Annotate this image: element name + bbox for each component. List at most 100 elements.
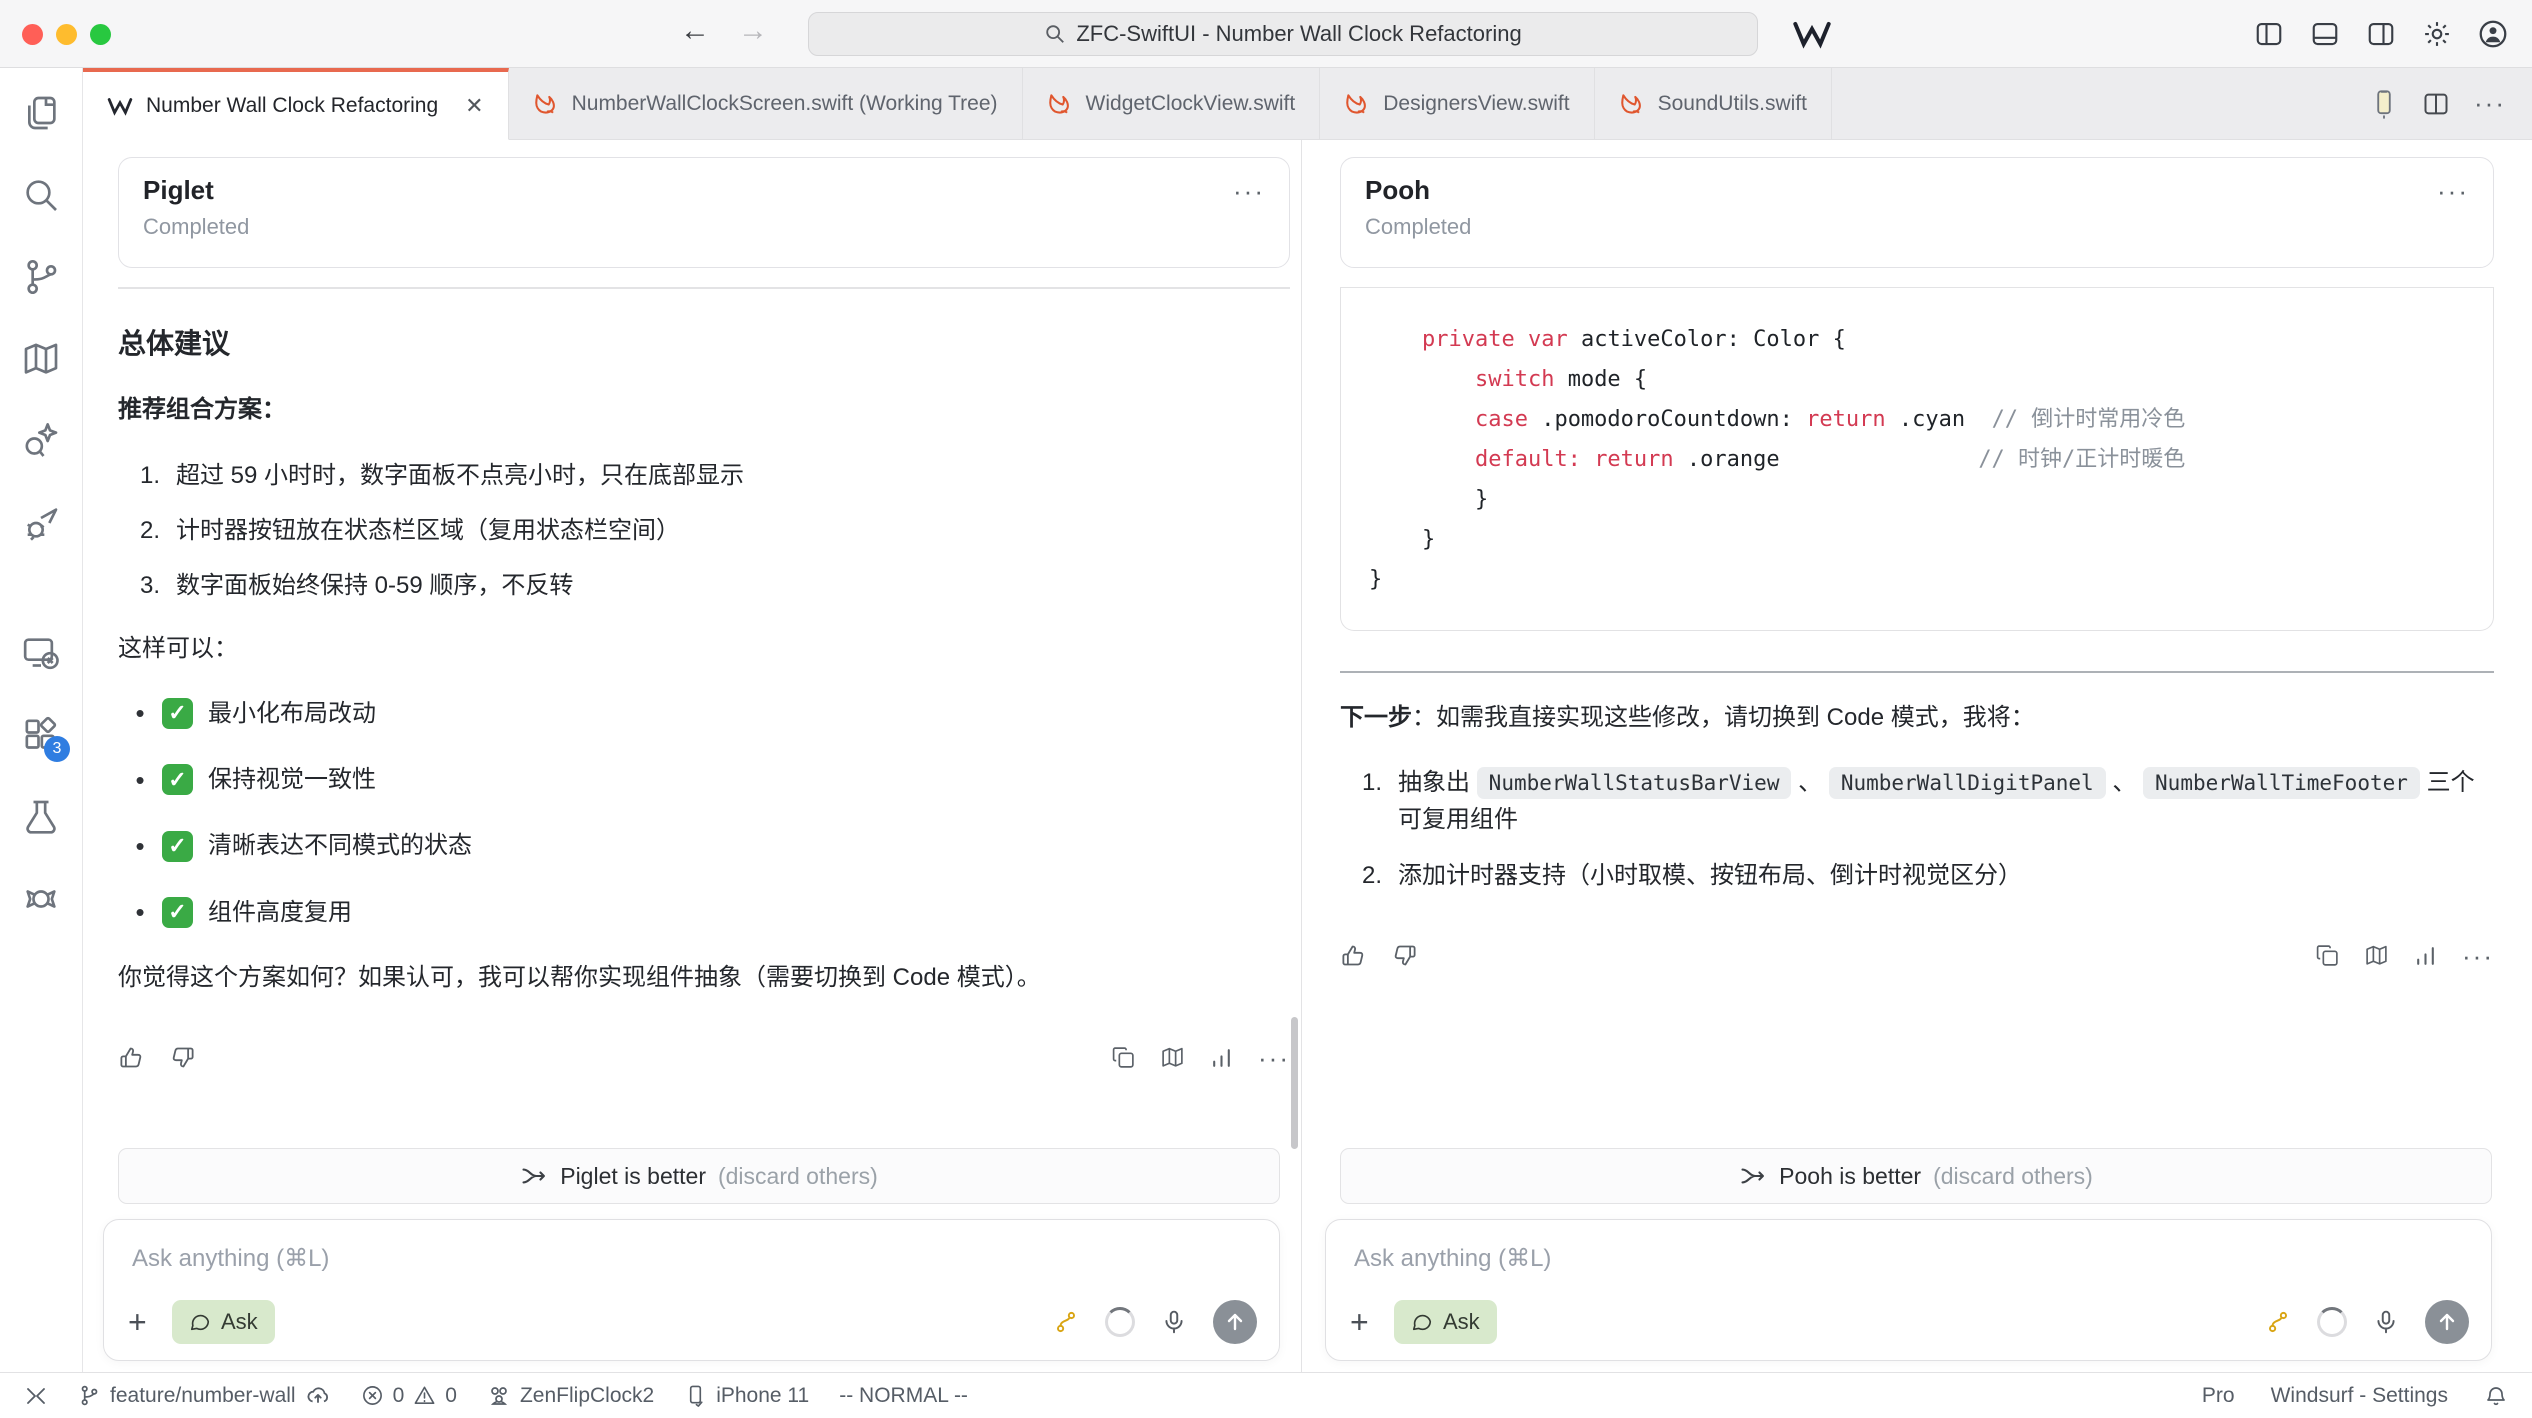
ordered-list: 1.超过 59 小时时，数字面板不点亮小时，只在底部显示2.计时器按钮放在状态栏… — [118, 457, 1290, 605]
branch-icon — [78, 1384, 101, 1407]
more-actions-icon[interactable]: ··· — [2474, 88, 2506, 119]
check-item: •✓最小化布局改动 — [118, 693, 1290, 733]
tab-label: NumberWallClockScreen.swift (Working Tre… — [572, 92, 998, 116]
titlebar: ← → ZFC-SwiftUI - Number Wall Clock Refa… — [0, 0, 2532, 68]
tab-label: DesignersView.swift — [1383, 92, 1569, 116]
message-heading: 总体建议 — [118, 322, 1290, 365]
warning-icon — [413, 1384, 436, 1407]
tab-close-icon[interactable]: ✕ — [465, 93, 483, 119]
message-closing: 你觉得这个方案如何？如果认可，我可以帮你实现组件抽象（需要切换到 Code 模式… — [118, 959, 1290, 996]
thumbs-up-icon[interactable] — [1340, 942, 1367, 969]
send-button[interactable] — [1213, 1300, 1257, 1344]
problems-status[interactable]: 0 0 — [361, 1384, 457, 1408]
branch-context-icon[interactable] — [2265, 1309, 2291, 1335]
window-title: ZFC-SwiftUI - Number Wall Clock Refactor… — [1076, 21, 1521, 47]
notifications-bell-icon[interactable] — [2484, 1384, 2508, 1408]
testing-beaker-icon[interactable] — [18, 794, 64, 840]
piglet-is-better-button[interactable]: Piglet is better (discard others) — [118, 1148, 1280, 1204]
tab-soundutils[interactable]: SoundUtils.swift — [1595, 68, 1832, 139]
account-icon[interactable] — [2476, 17, 2510, 51]
model-name: Piglet — [143, 175, 1265, 206]
source-control-icon[interactable] — [18, 254, 64, 300]
ai-search-icon[interactable] — [18, 418, 64, 464]
model-status: Completed — [1365, 214, 2469, 240]
check-item: •✓清晰表达不同模式的状态 — [118, 826, 1290, 866]
stats-icon[interactable] — [2413, 943, 2438, 968]
card-more-icon[interactable]: ··· — [2437, 176, 2469, 207]
navigate-back-icon[interactable]: ← — [680, 14, 710, 48]
ask-mode-button[interactable]: Ask — [1394, 1300, 1497, 1344]
close-window-button[interactable] — [22, 24, 43, 45]
pooh-is-better-button[interactable]: Pooh is better (discard others) — [1340, 1148, 2492, 1204]
next-steps-label: 下一步 — [1340, 704, 1412, 731]
command-center-search[interactable]: ZFC-SwiftUI - Number Wall Clock Refactor… — [808, 12, 1758, 56]
horizontal-rule — [1340, 671, 2494, 673]
attach-plus-button[interactable]: + — [128, 1304, 164, 1341]
attach-plus-button[interactable]: + — [1350, 1304, 1386, 1341]
split-editor-icon[interactable] — [2422, 90, 2450, 118]
code-block: private var activeColor: Color { switch … — [1340, 288, 2494, 631]
panel-piglet: Piglet Completed ··· 总体建议 推荐组合方案： 1.超过 5… — [83, 140, 1301, 1372]
card-more-icon[interactable]: ··· — [1233, 176, 1265, 207]
device-status[interactable]: iPhone 11 — [684, 1384, 809, 1408]
thumbs-down-icon[interactable] — [1391, 942, 1418, 969]
message-more-icon[interactable]: ··· — [2462, 936, 2494, 976]
simulator-device-icon[interactable] — [2370, 89, 2398, 119]
plan-badge[interactable]: Pro — [2202, 1384, 2235, 1408]
tab-widgetclockview[interactable]: WidgetClockView.swift — [1023, 68, 1321, 139]
green-check-icon: ✓ — [162, 698, 193, 729]
sweetpad-candy-icon[interactable] — [18, 876, 64, 922]
git-branch-status[interactable]: feature/number-wall — [78, 1383, 331, 1409]
send-button[interactable] — [2425, 1300, 2469, 1344]
stats-icon[interactable] — [1209, 1045, 1234, 1070]
list-item: 2.计时器按钮放在状态栏区域（复用状态栏空间） — [118, 512, 1290, 549]
better-suffix: (discard others) — [1933, 1163, 2093, 1190]
zoom-window-button[interactable] — [90, 24, 111, 45]
toggle-secondary-sidebar-icon[interactable] — [2364, 17, 2398, 51]
tab-designersview[interactable]: DesignersView.swift — [1320, 68, 1594, 139]
explorer-icon[interactable] — [18, 90, 64, 136]
settings-gear-icon[interactable] — [2420, 17, 2454, 51]
scrollbar-thumb[interactable] — [1291, 1017, 1298, 1149]
toggle-primary-sidebar-icon[interactable] — [2252, 17, 2286, 51]
copy-message-icon[interactable] — [2315, 943, 2340, 968]
remote-indicator-icon[interactable] — [24, 1384, 48, 1408]
piglet-message: 总体建议 推荐组合方案： 1.超过 59 小时时，数字面板不点亮小时，只在底部显… — [118, 288, 1290, 1078]
ask-mode-button[interactable]: Ask — [172, 1300, 275, 1344]
tab-numberwallclockscreen[interactable]: NumberWallClockScreen.swift (Working Tre… — [509, 68, 1023, 139]
open-in-editor-icon[interactable] — [1160, 1045, 1185, 1070]
scheme-status[interactable]: ZenFlipClock2 — [487, 1384, 654, 1408]
message-more-icon[interactable]: ··· — [1258, 1038, 1290, 1078]
thumbs-down-icon[interactable] — [169, 1044, 196, 1071]
chat-input-right[interactable]: Ask anything (⌘L) + Ask — [1325, 1219, 2492, 1361]
mic-icon[interactable] — [1161, 1309, 1187, 1335]
arrow-up-icon — [2435, 1310, 2459, 1334]
minimize-window-button[interactable] — [56, 24, 77, 45]
run-debug-icon[interactable] — [18, 500, 64, 546]
green-check-icon: ✓ — [162, 831, 193, 862]
extensions-icon[interactable]: 3 — [18, 712, 64, 758]
remote-explorer-icon[interactable] — [18, 630, 64, 676]
branch-context-icon[interactable] — [1053, 1309, 1079, 1335]
model-name: Pooh — [1365, 175, 2469, 206]
ordered-list: 1.抽象出 NumberWallStatusBarView 、 NumberWa… — [1340, 764, 2494, 894]
chat-input-left[interactable]: Ask anything (⌘L) + Ask — [103, 1219, 1280, 1361]
mic-icon[interactable] — [2373, 1309, 2399, 1335]
traffic-lights — [22, 24, 111, 45]
map-explorer-icon[interactable] — [18, 336, 64, 382]
sync-cloud-icon — [305, 1383, 331, 1409]
activity-bar: 3 — [0, 68, 83, 1372]
tab-number-wall-clock-refactoring[interactable]: Number Wall Clock Refactoring ✕ — [83, 68, 509, 140]
device-icon — [684, 1384, 707, 1407]
search-sidebar-icon[interactable] — [18, 172, 64, 218]
thumbs-up-icon[interactable] — [118, 1044, 145, 1071]
navigate-forward-icon[interactable]: → — [738, 14, 768, 48]
vim-mode-indicator[interactable]: -- NORMAL -- — [839, 1384, 968, 1408]
open-in-editor-icon[interactable] — [2364, 943, 2389, 968]
copy-message-icon[interactable] — [1111, 1045, 1136, 1070]
windsurf-settings-button[interactable]: Windsurf - Settings — [2271, 1384, 2448, 1408]
check-item: •✓保持视觉一致性 — [118, 760, 1290, 800]
toggle-panel-icon[interactable] — [2308, 17, 2342, 51]
merge-arrow-icon — [520, 1162, 548, 1190]
chat-bubble-icon — [189, 1311, 211, 1333]
